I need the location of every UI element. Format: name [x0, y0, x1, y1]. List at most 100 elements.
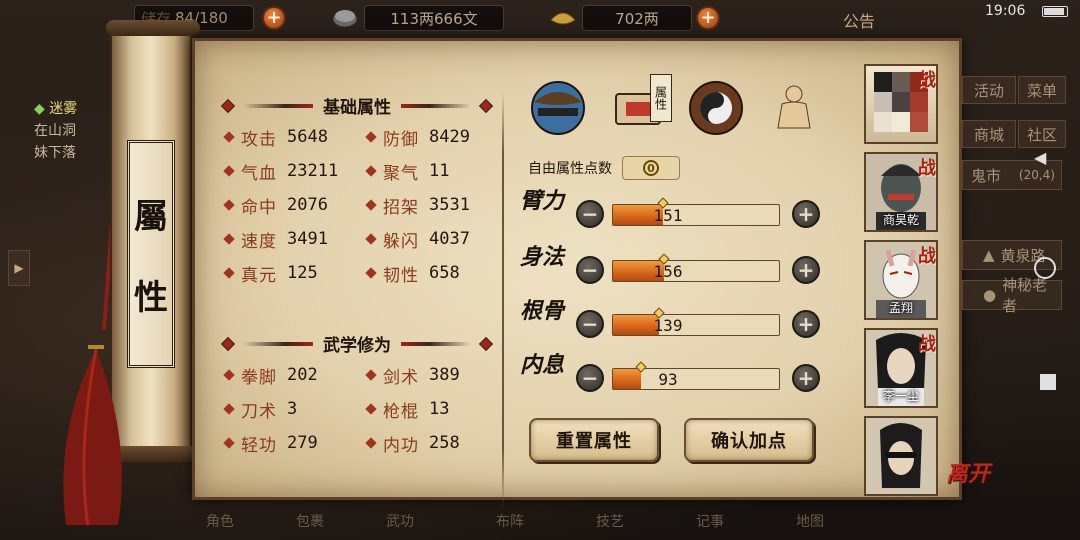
minus-constitution-button[interactable]: − [576, 310, 604, 338]
attr-name: 臂力 [520, 188, 565, 214]
battle-tag: 战 [918, 70, 936, 91]
character-name: 孟翔 [888, 301, 913, 315]
character-slot-5[interactable] [864, 416, 938, 496]
confirm-points-button[interactable]: 确认加点 [684, 418, 814, 462]
inner-breath-bar: 93 [612, 361, 780, 390]
martial-title: 武学修为 [323, 336, 391, 356]
nav-label: 神秘老者 [1002, 276, 1048, 315]
coin-icon [332, 10, 358, 28]
community-button[interactable]: 社区 [1018, 120, 1066, 148]
plus-agility-button[interactable]: + [792, 256, 820, 284]
free-points-value: 0 [622, 156, 680, 180]
inner-breath-value: 93 [658, 370, 678, 389]
location-name: 鬼市 [971, 166, 1002, 185]
tab-body-meridian-icon[interactable] [764, 78, 824, 136]
plus-inner-breath-button[interactable]: + [792, 364, 820, 392]
battle-tag: 战 [918, 334, 936, 355]
recent-apps-icon[interactable] [1040, 374, 1056, 390]
notice-button[interactable]: 公告 [843, 8, 875, 32]
agility-value: 156 [653, 262, 683, 281]
arrow-up-icon: ▲ [983, 246, 995, 264]
stat-parry: 招架 3531 [365, 193, 470, 218]
stat-defense: 防御 8429 [365, 125, 470, 150]
character-portrait-icon [866, 418, 936, 494]
attr-row-inner-breath: 内息 − 93 + [520, 354, 830, 398]
character-name: 李一尘 [882, 389, 919, 403]
minus-inner-breath-button[interactable]: − [576, 364, 604, 392]
character-slot-1[interactable]: 战 [864, 64, 938, 144]
reset-attributes-button[interactable]: 重置属性 [529, 418, 659, 462]
leave-button[interactable]: 离开 [946, 456, 996, 504]
menu-button[interactable]: 菜单 [1018, 76, 1066, 104]
basic-attributes-header: 基础属性 [220, 93, 494, 118]
character-slot-3[interactable]: 战 孟翔 [864, 240, 938, 320]
attr-row-constitution: 根骨 − 139 + [520, 300, 830, 344]
bottom-nav-item[interactable]: 武功 [360, 504, 440, 538]
scroll-title-plaque: 屬 性 [127, 140, 175, 368]
character-slot-4[interactable]: 战 李一尘 [864, 328, 938, 408]
stat-sword: 剑术 389 [365, 363, 460, 388]
tab-equipment-hat-icon[interactable] [528, 78, 588, 136]
nav-mystery-elder[interactable]: ● 神秘老者 [962, 276, 1062, 315]
attr-name: 根骨 [520, 298, 565, 324]
agility-bar: 156 [612, 253, 780, 282]
expand-left-arrow-icon[interactable]: ▶ [8, 250, 30, 286]
attr-row-strength: 臂力 − 151 + [520, 190, 830, 234]
plus-strength-button[interactable]: + [792, 200, 820, 228]
constitution-bar: 139 [612, 307, 780, 336]
bottom-nav-item[interactable]: 地图 [770, 504, 850, 538]
scroll-char: 性 [134, 278, 168, 318]
basic-attributes-title: 基础属性 [323, 98, 391, 118]
character-slot-2[interactable]: 战 商昊乾 [864, 152, 938, 232]
battle-tag: 战 [918, 246, 936, 267]
strength-bar: 151 [612, 197, 780, 226]
strength-value: 151 [653, 206, 683, 225]
person-icon: ● [983, 286, 997, 304]
bottom-nav-item[interactable]: 包裹 [270, 504, 350, 538]
mall-button[interactable]: 商城 [962, 120, 1016, 148]
tab-yinyang-icon[interactable] [686, 78, 746, 136]
character-name: 商昊乾 [882, 213, 919, 227]
stat-hit: 命中 2076 [223, 193, 328, 218]
battle-tag: 战 [918, 158, 936, 179]
back-nav-icon[interactable]: ◀ [1034, 148, 1046, 167]
panel-divider [502, 91, 504, 511]
free-points-row: 自由属性点数 0 [528, 156, 680, 180]
minus-strength-button[interactable]: − [576, 200, 604, 228]
attr-row-agility: 身法 − 156 + [520, 246, 830, 290]
activity-button[interactable]: 活动 [962, 76, 1016, 104]
stat-blade: 刀术 3 [223, 397, 297, 422]
constitution-value: 139 [653, 316, 683, 335]
plus-constitution-button[interactable]: + [792, 310, 820, 338]
stat-dodge: 躲闪 4037 [365, 227, 470, 252]
add-ingot-button[interactable]: + [696, 6, 720, 30]
home-nav-icon[interactable] [1034, 257, 1056, 279]
location-indicator: 鬼市 (20,4) [962, 160, 1062, 190]
stat-tenacity: 韧性 658 [365, 261, 460, 286]
martial-header: 武学修为 [220, 331, 494, 356]
stat-hp: 气血 23211 [223, 159, 338, 184]
stat-attack: 攻击 5648 [223, 125, 328, 150]
clock: 19:06 [985, 3, 1026, 19]
location-coords: (20,4) [1018, 168, 1055, 182]
ingot-display: 702两 [582, 5, 692, 31]
stat-fist: 拳脚 202 [223, 363, 318, 388]
bottom-nav-item[interactable]: 角色 [180, 504, 260, 538]
attr-name: 身法 [520, 244, 565, 270]
tab-attributes-badge: 属性 [650, 74, 672, 122]
stat-lightness: 轻功 279 [223, 431, 318, 456]
bottom-nav-item[interactable]: 布阵 [470, 504, 550, 538]
bottom-nav-item[interactable]: 技艺 [570, 504, 650, 538]
stat-speed: 速度 3491 [223, 227, 328, 252]
bottom-nav-item[interactable]: 记事 [670, 504, 750, 538]
add-bag-button[interactable]: + [262, 6, 286, 30]
scroll-char: 屬 [134, 197, 168, 237]
battery-icon [1042, 6, 1068, 17]
stat-qi-gather: 聚气 11 [365, 159, 449, 184]
ingot-icon [550, 12, 576, 25]
stat-spear: 枪棍 13 [365, 397, 449, 422]
minus-agility-button[interactable]: − [576, 256, 604, 284]
free-points-label: 自由属性点数 [528, 161, 612, 177]
stat-inner-power: 内功 258 [365, 431, 460, 456]
quest-title: 迷雾 [49, 101, 78, 117]
